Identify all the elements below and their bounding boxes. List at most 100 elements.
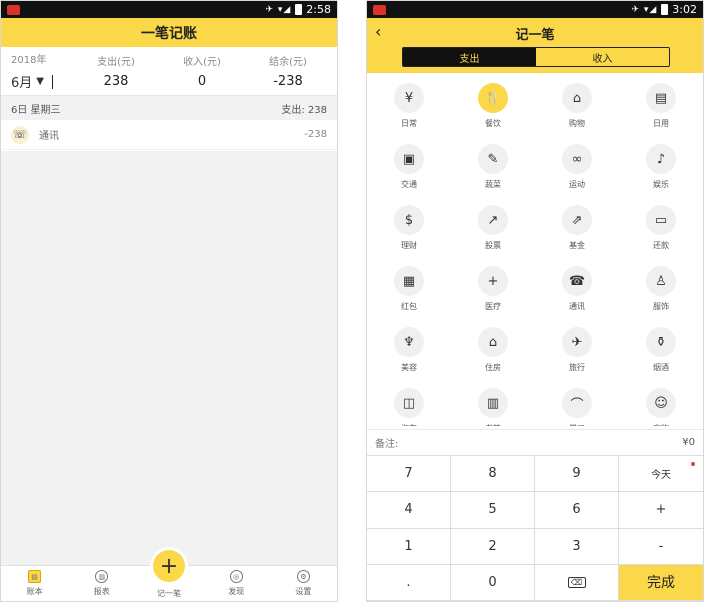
ledger-icon: ▤ (28, 570, 42, 583)
category-icon: ☎ (562, 266, 592, 296)
key-9[interactable]: 9 (535, 456, 619, 493)
category-item[interactable]: + 医疗 (451, 266, 535, 327)
category-icon: ⌂ (562, 83, 592, 113)
category-label: 股票 (485, 241, 501, 250)
month-selector[interactable]: 2018年 6月 ▼ (7, 47, 73, 95)
category-item[interactable]: ▤ 日用 (619, 83, 703, 144)
category-label: 娱乐 (653, 180, 669, 189)
category-item[interactable]: ♙ 服饰 (619, 266, 703, 327)
category-icon: ✎ (478, 144, 508, 174)
category-item[interactable]: $ 理财 (367, 205, 451, 266)
category-item[interactable]: ♪ 娱乐 (619, 144, 703, 205)
category-label: 购物 (569, 119, 585, 128)
category-item[interactable]: 🍴 餐饮 (451, 83, 535, 144)
category-item[interactable]: ▥ 书籍 (451, 388, 535, 426)
category-label: 服饰 (653, 302, 669, 311)
category-item[interactable]: ↗ 股票 (451, 205, 535, 266)
done-button[interactable]: 完成 (619, 564, 703, 601)
plus-icon[interactable]: + (153, 550, 185, 582)
type-segment: 支出 收入 (402, 47, 670, 67)
tab-income[interactable]: 收入 (536, 48, 669, 66)
key-0[interactable]: 0 (451, 564, 535, 601)
key-+[interactable]: + (619, 492, 703, 529)
key-label: 8 (488, 466, 497, 482)
key-label: 今天 (651, 470, 671, 482)
tab-settings[interactable]: ⚙ 设置 (270, 566, 337, 601)
category-label: 理财 (401, 241, 417, 250)
category-label: 餐饮 (485, 119, 501, 128)
key-4[interactable]: 4 (367, 492, 451, 529)
balance-summary: 结余(元) -238 (245, 47, 331, 95)
expense-summary: 支出(元) 238 (73, 47, 159, 95)
category-item[interactable]: ⇗ 基金 (535, 205, 619, 266)
key-label: 3 (572, 538, 581, 554)
category-icon: $ (394, 205, 424, 235)
list-item[interactable]: ☏ 通讯 -238 (1, 120, 337, 150)
category-icon: ♙ (646, 266, 676, 296)
key-1[interactable]: 1 (367, 528, 451, 565)
empty-area (1, 151, 337, 565)
tab-label: 账本 (26, 587, 43, 596)
tab-report[interactable]: ▥ 报表 (68, 566, 135, 601)
category-item[interactable]: ☎ 通讯 (535, 266, 619, 327)
app-notification-icon (7, 4, 20, 15)
category-item[interactable]: ⌒ 学习 (535, 388, 619, 426)
add-record-screen: ✈ ▾◢ 3:02 ‹ 记一笔 支出 收入 ¥ 日常 🍴 餐饮 ⌂ 购物 ▤ 日用 ▣ 交通 ✎ 蔬菜… (366, 0, 704, 602)
tab-add-record[interactable]: + 记一笔 (135, 550, 202, 601)
category-label: 蔬菜 (485, 180, 501, 189)
key-7[interactable]: 7 (367, 456, 451, 493)
tab-label: 发现 (228, 587, 245, 596)
category-icon: ☺ (646, 388, 676, 418)
date-button[interactable]: 今天 (619, 456, 703, 493)
category-label: 基金 (569, 241, 585, 250)
notification-dot (691, 462, 695, 466)
note-row[interactable]: 备注: ¥0 (367, 429, 703, 454)
category-label: 运动 (569, 180, 585, 189)
key-6[interactable]: 6 (535, 492, 619, 529)
key-label: 0 (488, 574, 497, 590)
tab-discover[interactable]: ◎ 发现 (203, 566, 270, 601)
category-item[interactable]: ⚱ 烟酒 (619, 327, 703, 388)
status-bar: ✈ ▾◢ 2:58 (1, 1, 337, 18)
status-time: 2:58 (306, 3, 331, 16)
tab-label: 记一笔 (157, 589, 181, 598)
year-label: 2018年 (11, 55, 47, 66)
category-item[interactable]: ◫ 汽车 (367, 388, 451, 426)
category-item[interactable]: ♆ 美容 (367, 327, 451, 388)
key-label: 7 (404, 466, 413, 482)
category-item[interactable]: ✈ 旅行 (535, 327, 619, 388)
bottom-tab-bar: ▤ 账本 ▥ 报表 + 记一笔 ◎ 发现 ⚙ 设置 (1, 550, 337, 601)
category-item[interactable]: ⌂ 购物 (535, 83, 619, 144)
category-item[interactable]: ⌂ 住房 (451, 327, 535, 388)
key-2[interactable]: 2 (451, 528, 535, 565)
category-label: 通讯 (569, 302, 585, 311)
category-label: 红包 (401, 302, 417, 311)
category-label: 汽车 (401, 423, 417, 426)
category-item[interactable]: ▦ 红包 (367, 266, 451, 327)
category-item[interactable]: ☺ 宠物 (619, 388, 703, 426)
key-8[interactable]: 8 (451, 456, 535, 493)
key-5[interactable]: 5 (451, 492, 535, 529)
category-item[interactable]: ∞ 运动 (535, 144, 619, 205)
category-item[interactable]: ¥ 日常 (367, 83, 451, 144)
category-item[interactable]: ✎ 蔬菜 (451, 144, 535, 205)
category-icon: ▤ (646, 83, 676, 113)
key--[interactable]: - (619, 529, 703, 565)
category-label: 宠物 (653, 423, 669, 426)
tab-label: 报表 (93, 587, 110, 596)
tab-expense[interactable]: 支出 (403, 48, 536, 66)
delete-button[interactable]: ⌫ (535, 564, 619, 601)
key-3[interactable]: 3 (535, 528, 619, 565)
tab-ledger[interactable]: ▤ 账本 (1, 566, 68, 601)
key-label: 5 (488, 502, 497, 518)
expense-label: 支出(元) (97, 57, 135, 68)
category-label: 旅行 (569, 363, 585, 372)
category-item[interactable]: ▣ 交通 (367, 144, 451, 205)
day-header: 6日 星期三 支出: 238 (1, 96, 337, 120)
divider (51, 74, 53, 89)
category-item[interactable]: ▭ 还款 (619, 205, 703, 266)
category-label: 日常 (401, 119, 417, 128)
key-.[interactable]: . (367, 564, 451, 601)
status-time: 3:02 (672, 3, 697, 16)
day-total: 支出: 238 (281, 104, 327, 116)
